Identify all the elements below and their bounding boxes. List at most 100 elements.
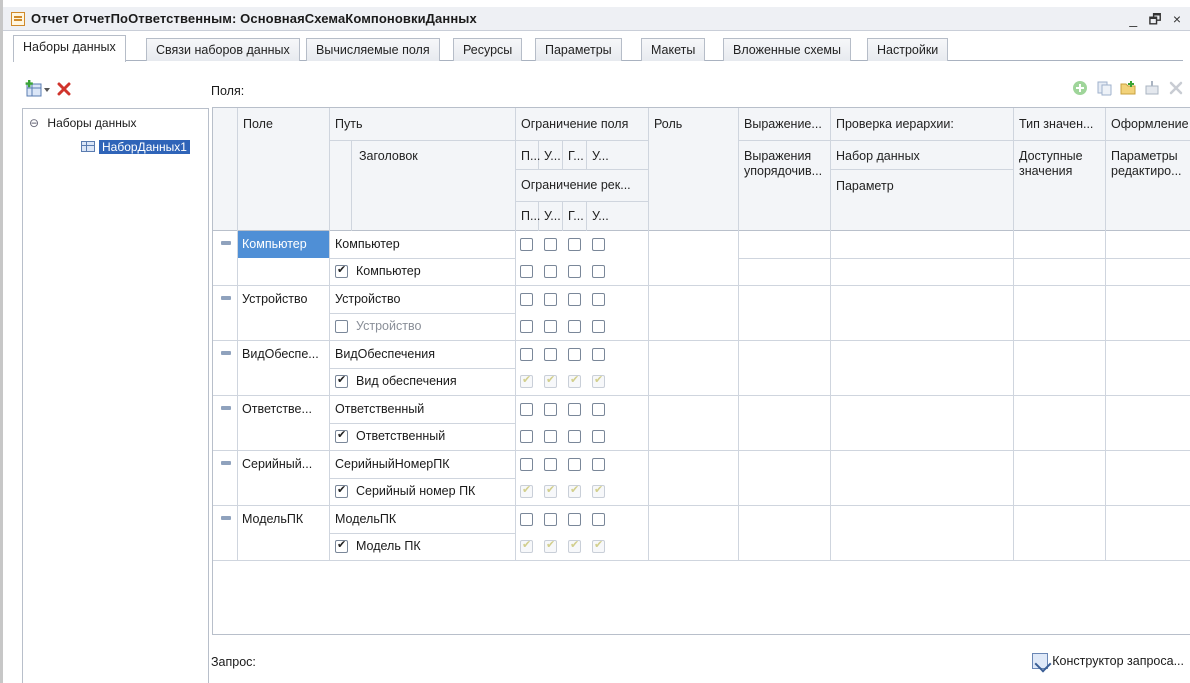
header-restr-3[interactable]: Г... <box>568 149 584 164</box>
restriction-checkbox[interactable] <box>544 348 557 361</box>
title-checkbox[interactable] <box>335 263 348 278</box>
attr-restriction-checkbox[interactable] <box>520 373 533 388</box>
header-hierarchy-check[interactable]: Проверка иерархии: <box>836 117 954 132</box>
tab-nested-schemas[interactable]: Вложенные схемы <box>723 38 852 61</box>
header-field[interactable]: Поле <box>243 117 273 132</box>
title-checkbox[interactable] <box>335 538 348 553</box>
header-attr-restr-3[interactable]: Г... <box>568 209 584 224</box>
header-available-values-1[interactable]: Доступные <box>1019 149 1083 164</box>
close-icon[interactable]: × <box>1168 11 1186 27</box>
attr-restriction-checkbox[interactable] <box>568 373 581 388</box>
restriction-checkbox[interactable] <box>520 293 533 306</box>
restriction-checkbox[interactable] <box>520 238 533 251</box>
header-role[interactable]: Роль <box>654 117 682 132</box>
restriction-checkbox[interactable] <box>592 403 605 416</box>
collapse-row-icon[interactable] <box>221 406 231 410</box>
attr-restriction-checkbox[interactable] <box>568 430 581 443</box>
header-path[interactable]: Путь <box>335 117 362 132</box>
header-appearance[interactable]: Оформление <box>1111 117 1190 132</box>
restriction-checkbox[interactable] <box>520 458 533 471</box>
restriction-checkbox[interactable] <box>544 293 557 306</box>
add-dataset-icon[interactable] <box>25 80 51 98</box>
restriction-checkbox[interactable] <box>568 403 581 416</box>
row-field[interactable]: Серийный... <box>242 451 329 478</box>
header-attr-restriction[interactable]: Ограничение рек... <box>521 178 647 193</box>
row-path[interactable]: МодельПК <box>335 506 396 533</box>
tab-parameters[interactable]: Параметры <box>535 38 622 61</box>
header-attr-restr-2[interactable]: У... <box>544 209 561 224</box>
title-checkbox[interactable] <box>335 373 348 388</box>
title-checkbox[interactable] <box>335 483 348 498</box>
header-edit-params-1[interactable]: Параметры <box>1111 149 1178 164</box>
attr-restriction-checkbox[interactable] <box>520 320 533 333</box>
attr-restriction-checkbox[interactable] <box>544 483 557 498</box>
header-title[interactable]: Заголовок <box>359 149 418 164</box>
row-path[interactable]: СерийныйНомерПК <box>335 451 450 478</box>
tree-item-dataset1[interactable]: НаборДанных1 <box>81 137 190 157</box>
collapse-row-icon[interactable] <box>221 351 231 355</box>
add-field-icon[interactable] <box>1072 80 1088 96</box>
row-field[interactable]: Ответстве... <box>242 396 329 423</box>
attr-restriction-checkbox[interactable] <box>592 265 605 278</box>
restriction-checkbox[interactable] <box>568 293 581 306</box>
header-restr-2[interactable]: У... <box>544 149 561 164</box>
move-icon[interactable] <box>1144 80 1160 96</box>
restriction-checkbox[interactable] <box>568 348 581 361</box>
row-field[interactable]: МодельПК <box>242 506 329 533</box>
row-path[interactable]: Устройство <box>335 286 400 313</box>
header-attr-restr-4[interactable]: У... <box>592 209 609 224</box>
restriction-checkbox[interactable] <box>544 458 557 471</box>
delete-icon[interactable] <box>57 82 71 96</box>
header-edit-params-2[interactable]: редактиро... <box>1111 164 1182 179</box>
restriction-checkbox[interactable] <box>520 513 533 526</box>
row-title[interactable]: Компьютер <box>356 264 421 278</box>
row-path[interactable]: Компьютер <box>335 231 400 258</box>
attr-restriction-checkbox[interactable] <box>568 538 581 553</box>
header-field-restriction[interactable]: Ограничение поля <box>521 117 647 132</box>
row-path[interactable]: Ответственный <box>335 396 424 423</box>
row-path[interactable]: ВидОбеспечения <box>335 341 435 368</box>
collapse-row-icon[interactable] <box>221 296 231 300</box>
attr-restriction-checkbox[interactable] <box>568 483 581 498</box>
tab-templates[interactable]: Макеты <box>641 38 706 61</box>
attr-restriction-checkbox[interactable] <box>544 320 557 333</box>
attr-restriction-checkbox[interactable] <box>520 483 533 498</box>
minimize-icon[interactable]: _ <box>1124 11 1142 27</box>
collapse-row-icon[interactable] <box>221 461 231 465</box>
row-title[interactable]: Ответственный <box>356 429 445 443</box>
header-order-expr-2[interactable]: упорядочив... <box>744 164 822 179</box>
attr-restriction-checkbox[interactable] <box>520 265 533 278</box>
restriction-checkbox[interactable] <box>568 238 581 251</box>
restore-icon[interactable]: 🗗 <box>1146 9 1164 33</box>
tab-calculated-fields[interactable]: Вычисляемые поля <box>306 38 440 61</box>
row-title[interactable]: Устройство <box>356 319 421 333</box>
restriction-checkbox[interactable] <box>520 403 533 416</box>
attr-restriction-checkbox[interactable] <box>544 538 557 553</box>
attr-restriction-checkbox[interactable] <box>592 430 605 443</box>
attr-restriction-checkbox[interactable] <box>568 265 581 278</box>
attr-restriction-checkbox[interactable] <box>592 320 605 333</box>
attr-restriction-checkbox[interactable] <box>520 430 533 443</box>
restriction-checkbox[interactable] <box>568 458 581 471</box>
tab-settings[interactable]: Настройки <box>867 38 949 61</box>
collapse-row-icon[interactable] <box>221 241 231 245</box>
copy-icon[interactable] <box>1096 80 1112 96</box>
attr-restriction-checkbox[interactable] <box>544 430 557 443</box>
title-checkbox[interactable] <box>335 320 348 333</box>
tab-resources[interactable]: Ресурсы <box>453 38 523 61</box>
header-dataset[interactable]: Набор данных <box>836 149 920 164</box>
query-builder-button[interactable]: Конструктор запроса... <box>1032 653 1184 669</box>
restriction-checkbox[interactable] <box>592 293 605 306</box>
add-folder-icon[interactable] <box>1120 80 1136 96</box>
restriction-checkbox[interactable] <box>544 513 557 526</box>
header-available-values-2[interactable]: значения <box>1019 164 1072 179</box>
header-value-type[interactable]: Тип значен... <box>1019 117 1105 132</box>
header-restr-1[interactable]: П... <box>521 149 540 164</box>
header-attr-restr-1[interactable]: П... <box>521 209 540 224</box>
attr-restriction-checkbox[interactable] <box>520 538 533 553</box>
attr-restriction-checkbox[interactable] <box>592 538 605 553</box>
collapse-icon[interactable]: ⊖ <box>29 116 39 130</box>
row-field[interactable]: Устройство <box>242 286 329 313</box>
attr-restriction-checkbox[interactable] <box>544 373 557 388</box>
restriction-checkbox[interactable] <box>568 513 581 526</box>
